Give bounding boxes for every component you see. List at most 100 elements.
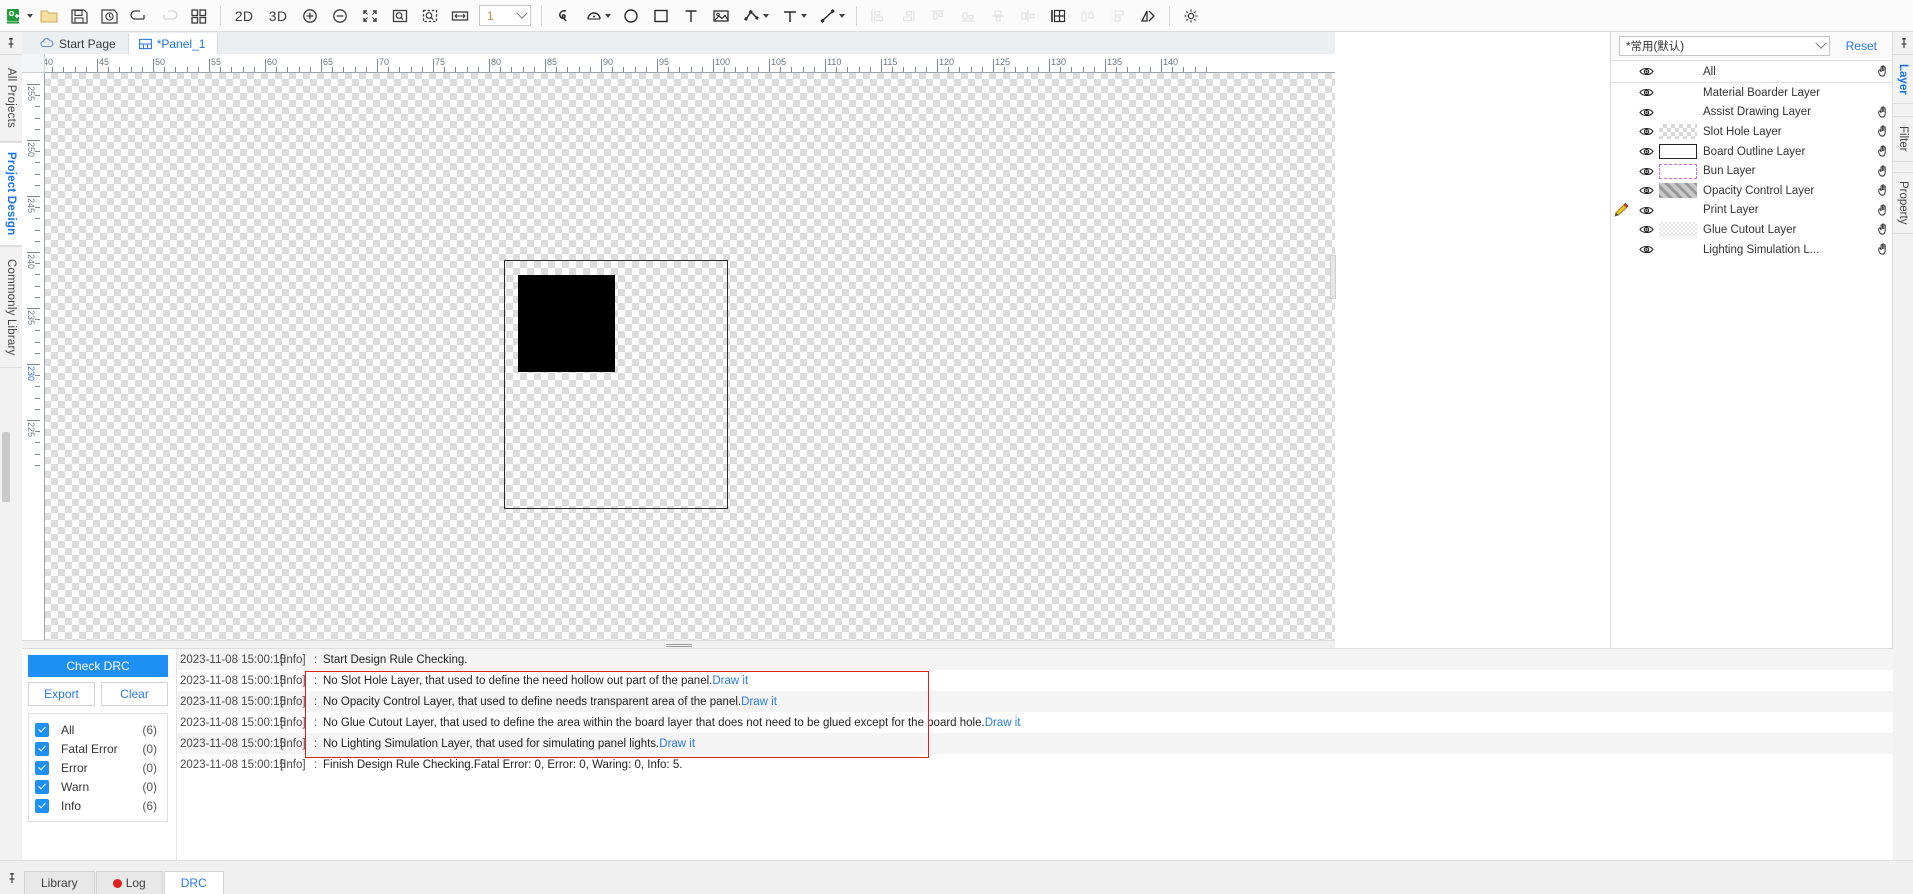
- array-icon[interactable]: [1043, 2, 1073, 30]
- canvas-viewport[interactable]: [44, 72, 1335, 640]
- bottom-tab-log[interactable]: Log: [95, 871, 163, 894]
- export-button[interactable]: Export: [28, 682, 95, 706]
- check-drc-button[interactable]: Check DRC: [28, 655, 168, 677]
- panel-resize-handle[interactable]: [1330, 255, 1336, 299]
- eye-visibility-icon[interactable]: [1633, 126, 1659, 137]
- select-hand-icon[interactable]: [1873, 125, 1893, 138]
- drc-filter-row[interactable]: Error (0): [35, 758, 163, 777]
- drc-filter-row[interactable]: All (6): [35, 720, 163, 739]
- drc-log-list[interactable]: 2023-11-08 15:00:15 [Info]: Start Design R…: [177, 649, 1893, 860]
- draw-it-link[interactable]: Draw it: [985, 717, 1021, 729]
- layer-color-swatch[interactable]: [1659, 163, 1699, 179]
- pin-icon[interactable]: [0, 861, 24, 894]
- layer-row[interactable]: Opacity Control Layer: [1611, 181, 1893, 201]
- layer-color-swatch[interactable]: [1659, 183, 1699, 199]
- layer-color-swatch[interactable]: [1659, 124, 1699, 140]
- layer-row[interactable]: Bun Layer: [1611, 161, 1893, 181]
- zoom-region-icon[interactable]: [385, 2, 415, 30]
- drc-filter-row[interactable]: Fatal Error (0): [35, 739, 163, 758]
- layer-row[interactable]: All: [1611, 61, 1893, 83]
- fit-screen-icon[interactable]: [355, 2, 385, 30]
- select-hand-icon[interactable]: [1873, 165, 1893, 178]
- grid-view-icon[interactable]: [184, 2, 214, 30]
- zoom-selection-icon[interactable]: [415, 2, 445, 30]
- align-bottom-icon[interactable]: [953, 2, 983, 30]
- select-hand-icon[interactable]: [1873, 223, 1893, 236]
- checkbox[interactable]: [35, 779, 49, 794]
- view-3d-button[interactable]: 3D: [261, 2, 295, 30]
- pen-tool-icon[interactable]: [548, 2, 578, 30]
- align-center-vertical-icon[interactable]: [1013, 2, 1043, 30]
- checkbox[interactable]: [35, 760, 49, 775]
- open-folder-icon[interactable]: [34, 2, 64, 30]
- draw-it-link[interactable]: Draw it: [741, 696, 777, 708]
- sidebar-item-all-projects[interactable]: All Projects: [0, 54, 22, 142]
- log-row[interactable]: 2023-11-08 15:00:15 [Info]: Finish Design …: [177, 754, 1893, 775]
- eye-visibility-icon[interactable]: [1633, 224, 1659, 235]
- tab-start-page[interactable]: Start Page: [30, 33, 129, 54]
- eye-visibility-icon[interactable]: [1633, 107, 1659, 118]
- eye-visibility-icon[interactable]: [1633, 205, 1659, 216]
- layer-row[interactable]: Lighting Simulation L...: [1611, 240, 1893, 260]
- bottom-tab-drc[interactable]: DRC: [163, 871, 224, 894]
- select-hand-icon[interactable]: [1873, 145, 1893, 158]
- arc-tool-icon[interactable]: [578, 2, 616, 30]
- layer-row[interactable]: Material Boarder Layer: [1611, 83, 1893, 103]
- edit-pencil-icon[interactable]: [1611, 203, 1633, 217]
- print-layer-shape[interactable]: [518, 275, 615, 372]
- align-center-horizontal-icon[interactable]: [983, 2, 1013, 30]
- measure-icon[interactable]: [445, 2, 475, 30]
- layer-color-swatch[interactable]: [1659, 242, 1699, 257]
- eye-visibility-icon[interactable]: [1633, 66, 1659, 77]
- image-tool-icon[interactable]: [706, 2, 736, 30]
- layer-color-swatch[interactable]: [1659, 203, 1699, 218]
- sidebar-item-project-design[interactable]: Project Design: [0, 142, 22, 246]
- layer-row[interactable]: Assist Drawing Layer: [1611, 103, 1893, 123]
- drc-filter-row[interactable]: Warn (0): [35, 777, 163, 796]
- clear-button[interactable]: Clear: [101, 682, 168, 706]
- log-row[interactable]: 2023-11-08 15:00:15 [Info]: No Glue Cutout…: [177, 712, 1893, 733]
- layer-row[interactable]: Slot Hole Layer: [1611, 122, 1893, 142]
- checkbox[interactable]: [35, 722, 49, 737]
- undo-icon[interactable]: [124, 2, 154, 30]
- select-hand-icon[interactable]: [1873, 65, 1893, 78]
- draw-it-link[interactable]: Draw it: [712, 675, 748, 687]
- distribute-vertical-icon[interactable]: [1103, 2, 1133, 30]
- layer-color-swatch[interactable]: [1659, 85, 1699, 100]
- log-row[interactable]: 2023-11-08 15:00:15 [Info]: Start Design R…: [177, 649, 1893, 670]
- pin-icon[interactable]: [0, 32, 22, 54]
- layer-row[interactable]: Glue Cutout Layer: [1611, 220, 1893, 240]
- layer-color-swatch[interactable]: [1659, 222, 1699, 238]
- layer-color-swatch[interactable]: [1659, 64, 1699, 79]
- select-hand-icon[interactable]: [1873, 184, 1893, 197]
- view-2d-button[interactable]: 2D: [227, 2, 261, 30]
- eye-visibility-icon[interactable]: [1633, 166, 1659, 177]
- align-left-icon[interactable]: [863, 2, 893, 30]
- distribute-horizontal-icon[interactable]: [1073, 2, 1103, 30]
- horizontal-ruler[interactable]: 40 45 50 55 60 65 70 75 80 85 90 95 100 105 110 115 120 1…: [44, 54, 1335, 73]
- select-hand-icon[interactable]: [1873, 243, 1893, 256]
- circle-tool-icon[interactable]: [616, 2, 646, 30]
- left-scrollbar-thumb[interactable]: [2, 432, 10, 502]
- log-row[interactable]: 2023-11-08 15:00:15 [Info]: No Lighting Si…: [177, 733, 1893, 754]
- settings-gear-icon[interactable]: [1176, 2, 1206, 30]
- layer-row[interactable]: Print Layer: [1611, 201, 1893, 221]
- layer-number-combo[interactable]: 1: [479, 5, 531, 26]
- tab-panel-1[interactable]: *Panel_1: [128, 33, 219, 54]
- layer-row[interactable]: Board Outline Layer: [1611, 142, 1893, 162]
- tab-filter[interactable]: Filter: [1893, 116, 1913, 162]
- bottom-tab-library[interactable]: Library: [24, 871, 95, 894]
- tab-property[interactable]: Property: [1893, 172, 1913, 234]
- mirror-icon[interactable]: [1133, 2, 1163, 30]
- dimension-tool-icon[interactable]: [812, 2, 850, 30]
- select-hand-icon[interactable]: [1873, 106, 1893, 119]
- select-hand-icon[interactable]: [1873, 204, 1893, 217]
- save-icon[interactable]: [64, 2, 94, 30]
- checkbox[interactable]: [35, 798, 49, 813]
- vertical-ruler[interactable]: 255 250 245 240 235 230 225: [22, 72, 45, 640]
- log-row[interactable]: 2023-11-08 15:00:15 [Info]: No Slot Hole L…: [177, 670, 1893, 691]
- polyline-tool-icon[interactable]: [736, 2, 774, 30]
- align-right-icon[interactable]: [893, 2, 923, 30]
- crosshair-tool-icon[interactable]: [774, 2, 812, 30]
- new-project-icon[interactable]: [4, 2, 34, 30]
